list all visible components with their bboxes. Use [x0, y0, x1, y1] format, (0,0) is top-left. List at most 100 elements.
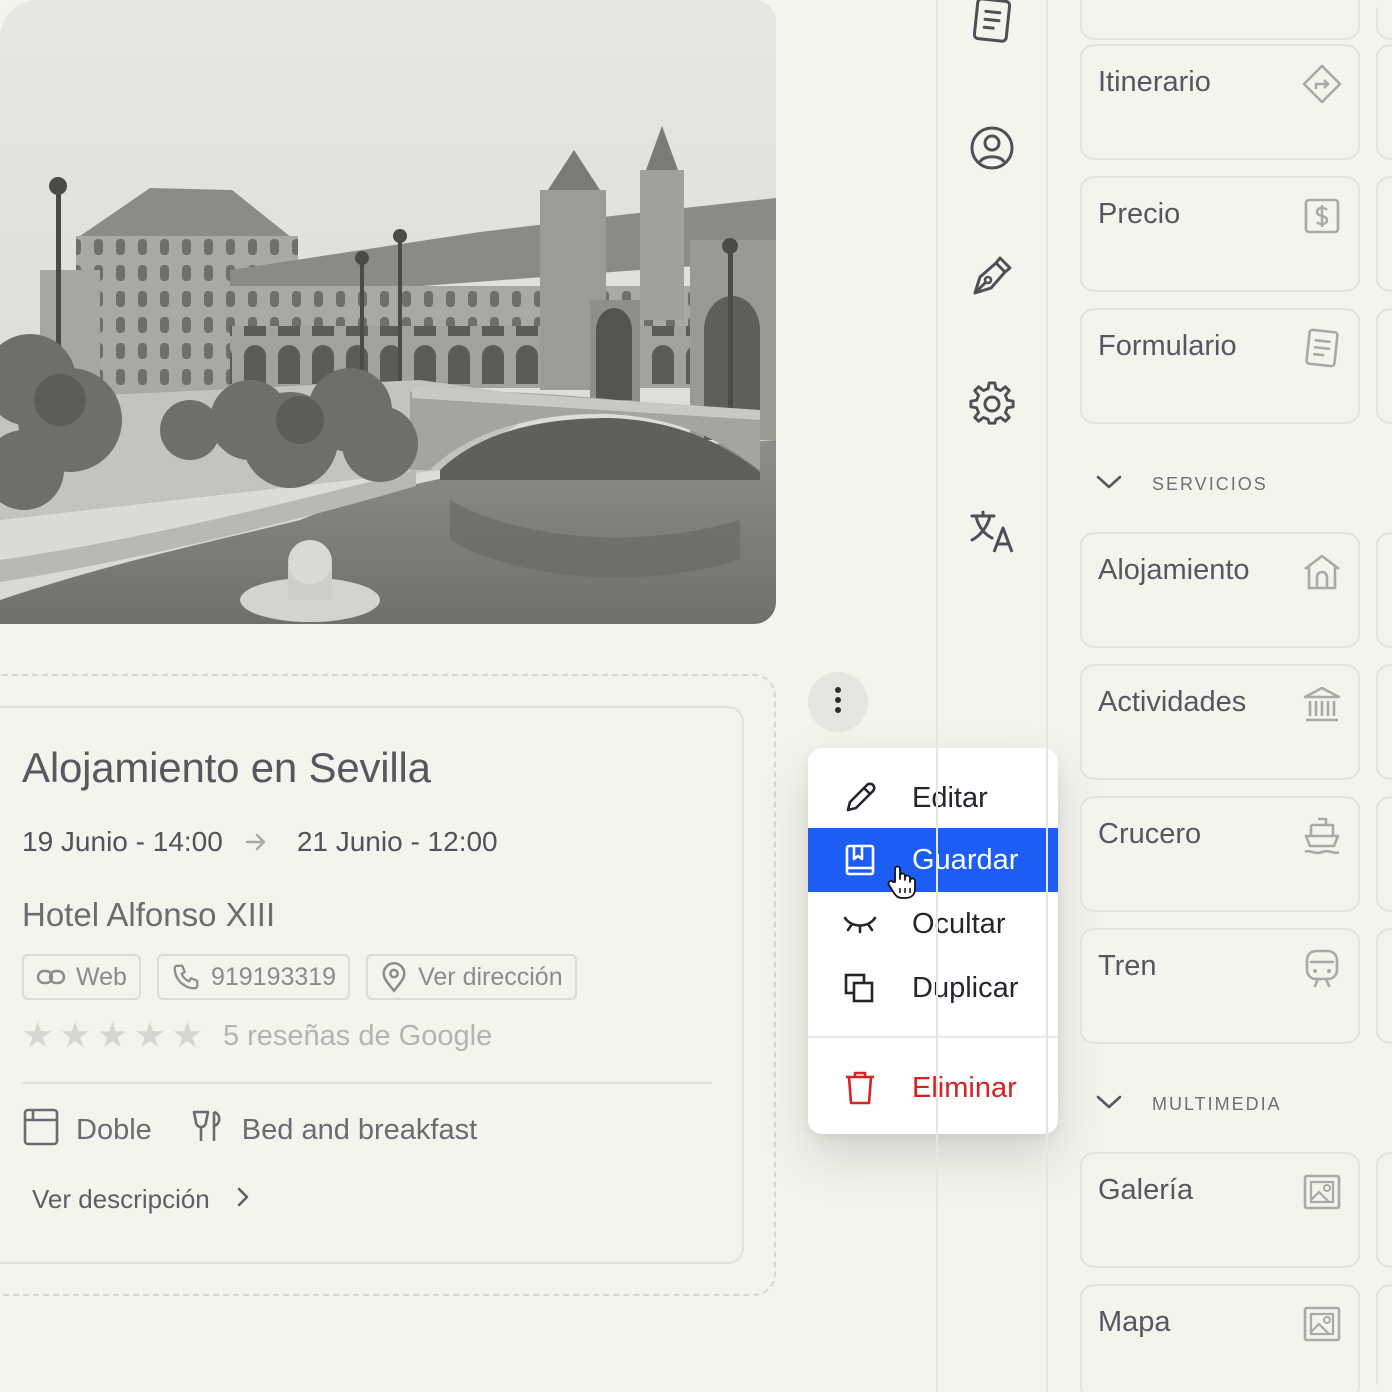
view-description-link[interactable]: Ver descripción: [32, 1184, 250, 1215]
menu-item-save-label: Guardar: [912, 843, 1019, 876]
checkout-date: 21 Junio - 12:00: [296, 826, 498, 857]
gear-icon[interactable]: [966, 378, 1018, 430]
block-label: Precio: [1098, 198, 1181, 230]
stay-dates: 19 Junio - 14:00 21 Junio - 12:00: [22, 826, 498, 858]
next-column-block: [1376, 1284, 1392, 1392]
arrow-right-icon: [245, 832, 267, 852]
room-type-label: Doble: [76, 1113, 152, 1146]
menu-item-hide[interactable]: Ocultar: [808, 892, 1058, 956]
more-options-button[interactable]: [808, 672, 868, 732]
next-column-block: [1376, 1152, 1392, 1268]
star-icon: ★: [134, 1016, 166, 1055]
view-description-label: Ver descripción: [32, 1184, 210, 1214]
menu-item-duplicate[interactable]: Duplicar: [808, 956, 1058, 1020]
menu-item-delete[interactable]: Eliminar: [808, 1056, 1058, 1120]
block-label: Galería: [1098, 1174, 1194, 1206]
block-label: Tren: [1098, 950, 1157, 982]
translate-icon[interactable]: [966, 506, 1018, 558]
next-column-block: [1376, 176, 1392, 292]
contact-chips: Web 919193319 Ver dirección: [22, 954, 577, 1000]
pen-nib-icon[interactable]: [966, 250, 1018, 302]
duplicate-icon: [808, 971, 912, 1005]
next-column-block: [1376, 928, 1392, 1044]
menu-item-duplicate-label: Duplicar: [912, 971, 1019, 1004]
google-rating: ★ ★ ★ ★ ★ 5 reseñas de Google: [22, 1018, 492, 1054]
next-column-block: [1376, 308, 1392, 424]
block-partial-top[interactable]: [1080, 0, 1360, 40]
next-column-block: [1376, 44, 1392, 160]
star-icon: ★: [22, 1016, 54, 1055]
block-formulario[interactable]: Formulario: [1080, 308, 1360, 424]
block-crucero[interactable]: Crucero: [1080, 796, 1360, 912]
link-icon: [36, 967, 66, 987]
block-actividades[interactable]: Actividades: [1080, 664, 1360, 780]
dollar-icon: [1300, 194, 1344, 238]
block-mapa[interactable]: Mapa: [1080, 1284, 1360, 1392]
checkin-date: 19 Junio - 14:00: [22, 826, 223, 857]
room-type: Doble: [22, 1106, 152, 1154]
profile-icon[interactable]: [966, 122, 1018, 174]
hotel-name: Hotel Alfonso XIII: [22, 896, 276, 933]
web-chip[interactable]: Web: [22, 954, 141, 1000]
rail-border-left: [936, 0, 938, 1392]
address-chip[interactable]: Ver dirección: [366, 954, 577, 1000]
next-column-block: [1376, 664, 1392, 780]
block-precio[interactable]: Precio: [1080, 176, 1360, 292]
board-type-label: Bed and breakfast: [241, 1113, 478, 1146]
menu-item-delete-label: Eliminar: [912, 1071, 1017, 1104]
next-column-block: [1376, 796, 1392, 912]
section-title-multimedia: MULTIMEDIA: [1152, 1094, 1282, 1114]
menu-item-save[interactable]: Guardar: [808, 828, 1058, 892]
eye-closed-icon: [808, 912, 912, 936]
trash-icon: [808, 1069, 912, 1107]
location-pin-icon: [380, 961, 408, 993]
phone-chip-label: 919193319: [210, 962, 337, 991]
menu-item-edit-label: Editar: [912, 781, 988, 814]
gallery-icon: [1300, 1302, 1344, 1346]
phone-icon: [171, 962, 201, 992]
block-alojamiento[interactable]: Alojamiento: [1080, 532, 1360, 648]
menu-item-hide-label: Ocultar: [912, 907, 1006, 940]
hand-cursor-icon: [886, 864, 918, 905]
house-icon: [1300, 550, 1344, 594]
review-count: 5 reseñas de Google: [222, 1019, 493, 1052]
menu-separator: [808, 1036, 1058, 1038]
block-galeria[interactable]: Galería: [1080, 1152, 1360, 1268]
section-header-services[interactable]: SERVICIOS: [1096, 474, 1268, 495]
train-icon: [1300, 946, 1344, 990]
star-icon: ★: [171, 1016, 203, 1055]
food-icon: [190, 1108, 226, 1152]
route-icon: [1300, 62, 1344, 106]
menu-item-edit[interactable]: Editar: [808, 766, 1058, 830]
chevron-right-icon: [236, 1184, 250, 1215]
block-label: Itinerario: [1098, 66, 1211, 98]
block-label: Formulario: [1098, 330, 1237, 362]
block-label: Actividades: [1098, 686, 1247, 718]
address-chip-label: Ver dirección: [418, 962, 563, 991]
card-divider: [22, 1082, 712, 1084]
block-tren[interactable]: Tren: [1080, 928, 1360, 1044]
context-menu: Editar Guardar Ocultar Duplicar Eliminar: [808, 748, 1058, 1134]
board-type: Bed and breakfast: [190, 1108, 477, 1152]
museum-icon: [1300, 682, 1344, 726]
gallery-icon: [1300, 1170, 1344, 1214]
next-column-block: [1376, 532, 1392, 648]
chevron-down-icon: [1096, 1094, 1122, 1115]
pencil-icon: [808, 780, 912, 816]
block-label: Alojamiento: [1098, 554, 1250, 586]
form-icon: [1300, 326, 1344, 370]
app-canvas: Alojamiento en Sevilla 19 Junio - 14:00 …: [0, 0, 1392, 1392]
web-chip-label: Web: [76, 962, 127, 991]
plaza-de-espana-photo: [0, 0, 776, 624]
block-label: Mapa: [1098, 1306, 1171, 1338]
ship-icon: [1300, 814, 1344, 858]
block-itinerario[interactable]: Itinerario: [1080, 44, 1360, 160]
card-title: Alojamiento en Sevilla: [22, 744, 431, 791]
star-icon: ★: [96, 1016, 129, 1055]
room-icon: [22, 1106, 60, 1154]
document-icon[interactable]: [966, 0, 1018, 46]
vertical-dots-icon: [834, 686, 842, 719]
section-header-multimedia[interactable]: MULTIMEDIA: [1096, 1094, 1282, 1115]
next-column-block: [1376, 0, 1392, 40]
phone-chip[interactable]: 919193319: [156, 954, 351, 1000]
